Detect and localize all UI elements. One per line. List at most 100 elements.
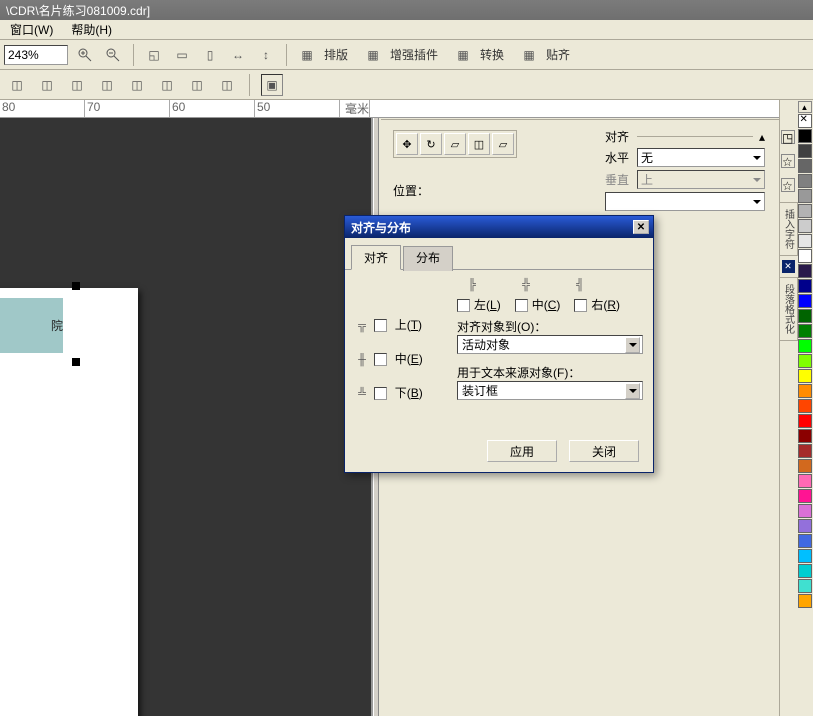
enhance-icon[interactable]: ▦ bbox=[362, 44, 384, 66]
color-swatch[interactable] bbox=[798, 369, 812, 383]
color-swatch[interactable] bbox=[798, 489, 812, 503]
color-swatch[interactable] bbox=[798, 339, 812, 353]
vtab-star-icon[interactable]: ☆ bbox=[781, 154, 795, 168]
color-swatch[interactable] bbox=[798, 249, 812, 263]
color-swatch[interactable] bbox=[798, 414, 812, 428]
text-object[interactable]: 院 bbox=[0, 298, 63, 353]
color-swatch[interactable] bbox=[798, 354, 812, 368]
palette-up-icon[interactable]: ▲ bbox=[798, 101, 812, 113]
vtab-paragraph[interactable]: 段落格式化 bbox=[779, 277, 798, 341]
color-swatch[interactable] bbox=[798, 219, 812, 233]
arrange-1-icon[interactable]: ◫ bbox=[6, 74, 28, 96]
top-checkbox[interactable] bbox=[374, 319, 387, 332]
arrange-8-icon[interactable]: ◫ bbox=[216, 74, 238, 96]
color-swatch[interactable] bbox=[798, 399, 812, 413]
color-swatch[interactable] bbox=[798, 429, 812, 443]
align-dialog-icon[interactable]: ▣ bbox=[261, 74, 283, 96]
color-swatch[interactable] bbox=[798, 564, 812, 578]
extra-select[interactable] bbox=[605, 192, 765, 211]
zoom-height-icon[interactable]: ↕ bbox=[255, 44, 277, 66]
arrange-6-icon[interactable]: ◫ bbox=[156, 74, 178, 96]
zoom-width-icon[interactable]: ↔ bbox=[227, 44, 249, 66]
dropdown-arrow-icon[interactable] bbox=[625, 383, 640, 399]
zoom-all-icon[interactable]: ▭ bbox=[171, 44, 193, 66]
text-source-select[interactable]: 装订框 bbox=[457, 381, 643, 400]
tab-distribute[interactable]: 分布 bbox=[403, 246, 453, 271]
convert-label[interactable]: 转换 bbox=[480, 46, 504, 63]
arrange-toolbar: ◫ ◫ ◫ ◫ ◫ ◫ ◫ ◫ ▣ bbox=[0, 70, 813, 100]
dialog-titlebar[interactable]: 对齐与分布 ✕ bbox=[345, 216, 653, 238]
color-swatch[interactable] bbox=[798, 159, 812, 173]
snap-icon[interactable]: ▦ bbox=[518, 44, 540, 66]
arrange-4-icon[interactable]: ◫ bbox=[96, 74, 118, 96]
color-swatch[interactable] bbox=[798, 144, 812, 158]
color-swatch[interactable] bbox=[798, 174, 812, 188]
right-checkbox[interactable] bbox=[574, 299, 587, 312]
layout-label[interactable]: 排版 bbox=[324, 46, 348, 63]
color-swatch[interactable] bbox=[798, 324, 812, 338]
menu-help[interactable]: 帮助(H) bbox=[71, 21, 112, 38]
arrange-7-icon[interactable]: ◫ bbox=[186, 74, 208, 96]
layout-icon[interactable]: ▦ bbox=[296, 44, 318, 66]
color-swatch[interactable] bbox=[798, 384, 812, 398]
dialog-close-icon[interactable]: ✕ bbox=[633, 220, 649, 234]
align-icon-row: ✥ ↻ ▱ ◫ ▱ bbox=[393, 130, 517, 158]
align-skew-icon[interactable]: ▱ bbox=[492, 133, 514, 155]
title-text: \CDR\名片练习081009.cdr] bbox=[6, 2, 150, 19]
center-checkbox[interactable] bbox=[515, 299, 528, 312]
color-swatch[interactable] bbox=[798, 519, 812, 533]
color-swatch[interactable] bbox=[798, 444, 812, 458]
left-checkbox[interactable] bbox=[457, 299, 470, 312]
zoom-input[interactable]: 243% bbox=[4, 45, 68, 65]
collapse-icon[interactable]: ▴ bbox=[759, 130, 765, 144]
color-swatch[interactable] bbox=[798, 294, 812, 308]
menu-window[interactable]: 窗口(W) bbox=[10, 21, 53, 38]
snap-label[interactable]: 贴齐 bbox=[546, 46, 570, 63]
arrange-5-icon[interactable]: ◫ bbox=[126, 74, 148, 96]
color-swatch[interactable] bbox=[798, 459, 812, 473]
vtab-close-icon[interactable]: ✕ bbox=[782, 260, 795, 273]
color-swatch[interactable] bbox=[798, 309, 812, 323]
vtab-star2-icon[interactable]: ☆ bbox=[781, 178, 795, 192]
view-toolbar: 243% ◱ ▭ ▯ ↔ ↕ ▦ 排版 ▦ 增强插件 ▦ 转换 ▦ 贴齐 bbox=[0, 40, 813, 70]
selection-handle[interactable] bbox=[72, 358, 80, 366]
color-swatch[interactable] bbox=[798, 189, 812, 203]
convert-icon[interactable]: ▦ bbox=[452, 44, 474, 66]
color-swatch[interactable] bbox=[798, 534, 812, 548]
vtab-icon[interactable]: ◳ bbox=[781, 130, 795, 144]
vtab-insert[interactable]: 插入字符 bbox=[779, 202, 798, 256]
color-swatch[interactable] bbox=[798, 234, 812, 248]
arrange-3-icon[interactable]: ◫ bbox=[66, 74, 88, 96]
color-swatch[interactable] bbox=[798, 504, 812, 518]
close-button[interactable]: 关闭 bbox=[569, 440, 639, 462]
bottom-checkbox[interactable] bbox=[374, 387, 387, 400]
align-rotate-icon[interactable]: ↻ bbox=[420, 133, 442, 155]
color-swatch[interactable] bbox=[798, 549, 812, 563]
enhance-label[interactable]: 增强插件 bbox=[390, 46, 438, 63]
align-to-select[interactable]: 活动对象 bbox=[457, 335, 643, 354]
align-move-icon[interactable]: ✥ bbox=[396, 133, 418, 155]
apply-button[interactable]: 应用 bbox=[487, 440, 557, 462]
color-swatch[interactable] bbox=[798, 204, 812, 218]
color-swatch[interactable] bbox=[798, 129, 812, 143]
canvas[interactable]: 院 bbox=[0, 118, 371, 716]
zoom-selection-icon[interactable]: ◱ bbox=[143, 44, 165, 66]
arrange-2-icon[interactable]: ◫ bbox=[36, 74, 58, 96]
selection-handle[interactable] bbox=[72, 282, 80, 290]
align-scale-icon[interactable]: ▱ bbox=[444, 133, 466, 155]
zoom-out-icon[interactable] bbox=[102, 44, 124, 66]
align-size-icon[interactable]: ◫ bbox=[468, 133, 490, 155]
color-swatch[interactable] bbox=[798, 594, 812, 608]
horizontal-select[interactable]: 无 bbox=[637, 148, 765, 167]
color-swatch[interactable] bbox=[798, 279, 812, 293]
tab-align[interactable]: 对齐 bbox=[351, 245, 401, 270]
middle-checkbox[interactable] bbox=[374, 353, 387, 366]
zoom-in-icon[interactable] bbox=[74, 44, 96, 66]
align-middle-icon: ╫ bbox=[353, 351, 371, 369]
color-swatch[interactable] bbox=[798, 474, 812, 488]
zoom-page-icon[interactable]: ▯ bbox=[199, 44, 221, 66]
color-swatch[interactable] bbox=[798, 579, 812, 593]
color-swatch[interactable] bbox=[798, 264, 812, 278]
dropdown-arrow-icon[interactable] bbox=[625, 337, 640, 353]
swatch-none[interactable] bbox=[798, 114, 812, 128]
